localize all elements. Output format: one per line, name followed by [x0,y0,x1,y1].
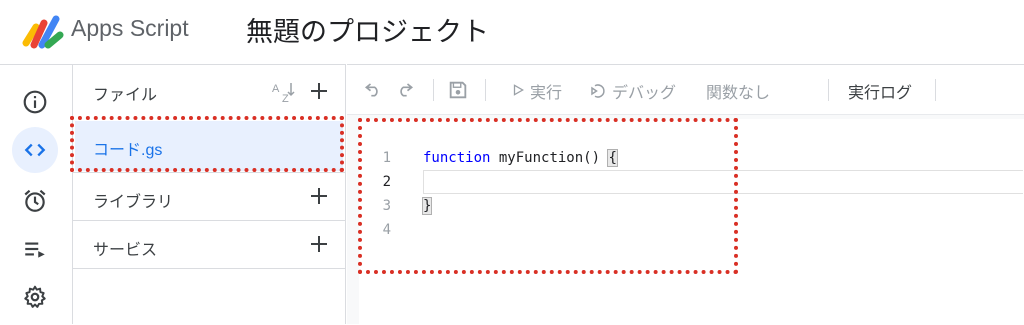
file-name: コード.gs [93,142,163,159]
editor-toolbar: 実行 デバッグ 関数なし 実行ログ [347,65,1024,115]
editor-panel: 実行 デバッグ 関数なし 実行ログ 1 function myFunction(… [347,64,1024,325]
services-row: サービス [73,220,345,268]
sort-az-icon[interactable]: A Z [271,81,297,103]
gear-icon [24,285,46,308]
debug-button[interactable]: デバッグ [589,79,689,103]
files-panel: ファイル A Z コード.gs ライブラリ サービス [72,64,346,324]
add-file-icon[interactable] [307,79,331,103]
code-line-current: 2 [359,170,1024,194]
play-icon [513,84,524,96]
svg-text:Z: Z [282,93,289,103]
line-number: 2 [382,174,391,190]
code-keyword: function [423,150,491,166]
toolbar-divider [935,79,936,101]
file-item-code-gs[interactable]: コード.gs [75,121,343,171]
services-label: サービス [93,242,158,259]
triggers-button[interactable] [12,178,58,224]
code-brace: { [607,149,618,167]
code-icon [24,143,46,157]
executions-button[interactable] [12,226,58,272]
toolbar-divider [433,79,434,101]
code-line: 1 function myFunction() { [359,146,1024,170]
app-name: Apps Script [71,15,189,41]
svg-text:A: A [272,83,280,95]
toolbar-divider [828,79,829,101]
debug-label: デバッグ [612,85,677,102]
libraries-label: ライブラリ [93,194,174,211]
execution-log-button[interactable]: 実行ログ [848,79,912,103]
header: Apps Script 無題のプロジェクト [0,0,1024,64]
alarm-clock-icon [24,189,46,212]
settings-button[interactable] [12,274,58,320]
toolbar-divider [485,79,486,101]
line-number: 4 [382,222,391,238]
code-rest: myFunction() [490,150,609,166]
code-line: 3 } [359,194,1024,218]
libraries-row: ライブラリ [73,172,345,220]
info-icon [23,90,47,114]
divider [73,268,345,269]
code-editor[interactable]: 1 function myFunction() { 2 3 } 4 [359,119,1024,325]
line-number: 1 [382,150,391,166]
executions-icon [25,242,45,258]
code-text: function myFunction() { [423,149,618,167]
debug-icon [591,84,605,98]
code-brace: } [421,197,433,215]
left-nav-rail [0,64,72,324]
add-service-icon[interactable] [307,232,331,256]
save-icon[interactable] [447,79,469,101]
current-line-highlight [423,170,1023,194]
apps-script-logo-icon[interactable] [22,13,64,49]
overview-button[interactable] [12,79,58,125]
project-title[interactable]: 無題のプロジェクト [246,10,489,49]
code-text: } [421,197,433,215]
line-number: 3 [382,198,391,214]
run-label: 実行 [530,85,563,102]
code-line: 4 [359,218,1024,242]
undo-icon[interactable] [363,79,383,99]
files-header: ファイル A Z [73,65,345,113]
files-label: ファイル [93,87,158,104]
add-library-icon[interactable] [307,184,331,208]
run-button[interactable]: 実行 [511,79,571,103]
editor-button[interactable] [12,127,58,173]
function-select[interactable]: 関数なし [706,79,770,103]
redo-icon[interactable] [395,79,415,99]
